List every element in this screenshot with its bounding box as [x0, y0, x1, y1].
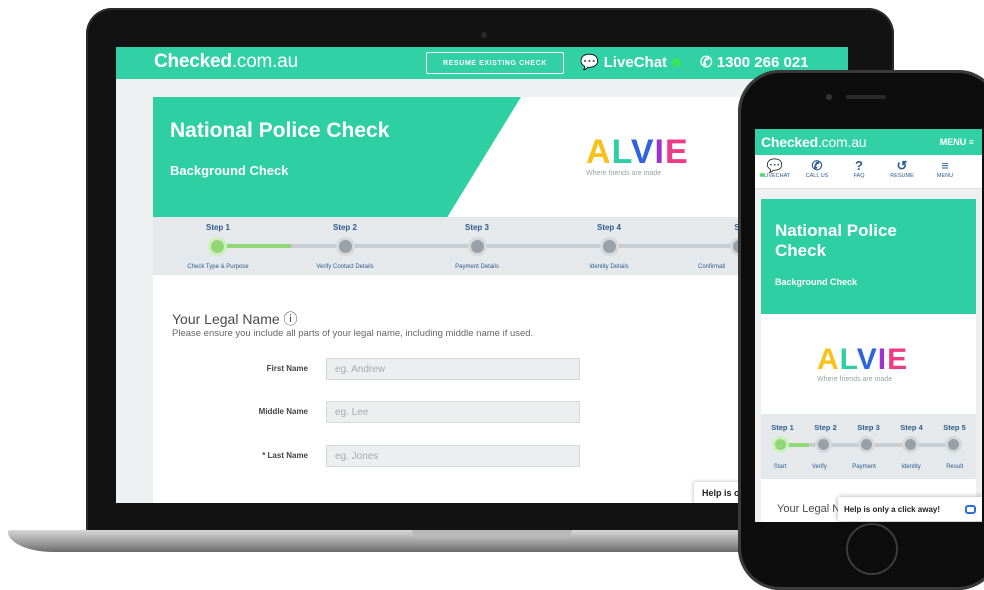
- mobile-step-1-desc: Start: [773, 464, 787, 470]
- partner-logo: ALVIE Where friends are made: [586, 133, 689, 177]
- laptop-notch: [412, 530, 572, 538]
- logo-domain: .com.au: [231, 51, 298, 72]
- chat-bubble-icon: [965, 504, 976, 514]
- logo-bold: Checked: [154, 51, 232, 72]
- mobile-faq-button[interactable]: ? FAQ: [841, 158, 877, 179]
- mobile-call-button[interactable]: ✆ CALL US: [799, 158, 835, 179]
- livechat-button[interactable]: 💬 LiveChat: [580, 53, 682, 71]
- mobile-progress-steps: Step 1 Step 2 Step 3 Step 4 Step 5 Start…: [761, 414, 976, 479]
- first-name-label: First Name: [266, 364, 308, 373]
- mobile-icon-bar: 💬 LIVECHAT ✆ CALL US ? FAQ ↺ RESUME ≡ ME…: [755, 155, 982, 189]
- mobile-step-2-desc: Verify: [811, 464, 827, 470]
- menu-label: MENU: [936, 173, 954, 179]
- mobile-help-chat-widget[interactable]: Help is only a click away!: [838, 497, 982, 521]
- chat-icon: 💬: [580, 54, 599, 71]
- mobile-step-5-desc: Result: [946, 464, 964, 470]
- call-us-label: CALL US: [805, 173, 829, 179]
- phone-icon: ✆: [700, 54, 717, 71]
- online-status-dot: [672, 57, 682, 67]
- laptop-camera: [481, 32, 487, 38]
- hamburger-icon: ≡: [941, 158, 949, 173]
- step-4-label: Step 4: [596, 223, 621, 232]
- mobile-partner-logo: ALVIE Where friends are made: [817, 343, 909, 384]
- partner-tagline: Where friends are made: [586, 170, 662, 177]
- livechat-label: LiveChat: [603, 53, 668, 71]
- chat-icon: 💬: [766, 158, 784, 173]
- phone-home-button[interactable]: [846, 523, 898, 575]
- step-3-dot[interactable]: [471, 240, 484, 253]
- question-icon: ?: [855, 158, 863, 173]
- progress-track: [211, 244, 813, 248]
- step-1-dot[interactable]: [211, 240, 224, 253]
- step-4-desc: Identity Details: [589, 264, 629, 270]
- last-name-label: * Last Name: [262, 451, 308, 460]
- mobile-page-subtitle: Background Check: [775, 277, 858, 287]
- phone-screen: Checked.com.au MENU ≡ 💬 LIVECHAT ✆ CALL …: [755, 129, 982, 522]
- mobile-help-text: Help is only a click away!: [844, 504, 941, 514]
- mobile-step-descs: Start Verify Payment Identity Result: [761, 464, 976, 470]
- step-3-desc: Payment Details: [455, 264, 499, 270]
- first-name-input[interactable]: eg. Andrew: [326, 358, 580, 380]
- mobile-partner-tagline: Where friends are made: [817, 376, 893, 383]
- faq-label: FAQ: [853, 173, 865, 179]
- middle-name-input[interactable]: eg. Lee: [326, 401, 580, 423]
- mobile-partner-area: ALVIE Where friends are made: [761, 314, 976, 414]
- mobile-logo-bold: Checked: [761, 134, 818, 150]
- mobile-step-4-dot[interactable]: [905, 439, 916, 450]
- step-1-desc: Check Type & Purpose: [187, 264, 249, 270]
- phone-icon: ✆: [811, 158, 823, 173]
- phone-number: 1300 266 021: [716, 54, 809, 71]
- step-4-dot[interactable]: [603, 240, 616, 253]
- resume-label: RESUME: [890, 173, 914, 179]
- last-name-input[interactable]: eg. Jones: [326, 445, 580, 467]
- step-1-label: Step 1: [205, 223, 230, 232]
- mobile-step-5-label: Step 5: [943, 423, 966, 432]
- mobile-step-2-label: Step 2: [814, 423, 837, 432]
- progress-steps: Step 1 Step 2 Step 3 Step 4 Step Check T…: [153, 217, 813, 275]
- mobile-site-logo[interactable]: Checked.com.au: [761, 134, 867, 150]
- phone-speaker: [846, 95, 886, 99]
- livechat-label: LIVECHAT: [763, 173, 791, 179]
- phone-front-camera: [826, 94, 832, 100]
- step-2-label: Step 2: [332, 223, 357, 232]
- mobile-menu-button[interactable]: MENU ≡: [940, 137, 974, 147]
- mobile-form-title: Your Legal N: [777, 503, 841, 515]
- phone-link[interactable]: ✆ 1300 266 021: [700, 53, 809, 71]
- mobile-step-1-label: Step 1: [771, 423, 794, 432]
- resume-icon: ↺: [896, 158, 908, 173]
- mobile-resume-button[interactable]: ↺ RESUME: [884, 158, 920, 179]
- step-2-desc: Verify Contact Details: [316, 264, 374, 270]
- mobile-step-5-dot[interactable]: [948, 439, 959, 450]
- page-subtitle: Background Check: [170, 163, 289, 178]
- middle-name-label: Middle Name: [258, 407, 308, 416]
- form-description: Please ensure you include all parts of y…: [172, 328, 534, 339]
- resume-existing-check-button[interactable]: RESUME EXISTING CHECK: [426, 52, 564, 74]
- mobile-page-title: National Police Check: [775, 221, 897, 260]
- site-logo[interactable]: Checked.com.au: [154, 51, 298, 73]
- mobile-header: Checked.com.au MENU ≡: [755, 129, 982, 155]
- mobile-step-4-label: Step 4: [900, 423, 923, 432]
- step-3-label: Step 3: [464, 223, 489, 232]
- step-2-dot[interactable]: [339, 240, 352, 253]
- mobile-livechat-button[interactable]: 💬 LIVECHAT: [757, 158, 793, 179]
- form-title: Your Legal Name ⓘ: [172, 311, 298, 327]
- mobile-step-1-dot[interactable]: [775, 439, 786, 450]
- mobile-step-3-desc: Payment: [852, 464, 876, 470]
- mobile-step-3-label: Step 3: [857, 423, 880, 432]
- mobile-menu-icon-button[interactable]: ≡ MENU: [927, 158, 963, 179]
- desktop-header: Checked.com.au RESUME EXISTING CHECK 💬 L…: [116, 47, 848, 79]
- mobile-step-2-dot[interactable]: [818, 439, 829, 450]
- page-title: National Police Check: [170, 119, 390, 142]
- mobile-logo-domain: .com.au: [817, 134, 867, 150]
- mobile-step-3-dot[interactable]: [861, 439, 872, 450]
- mobile-step-4-desc: Identity: [901, 464, 921, 470]
- mobile-step-labels: Step 1 Step 2 Step 3 Step 4 Step 5: [761, 423, 976, 432]
